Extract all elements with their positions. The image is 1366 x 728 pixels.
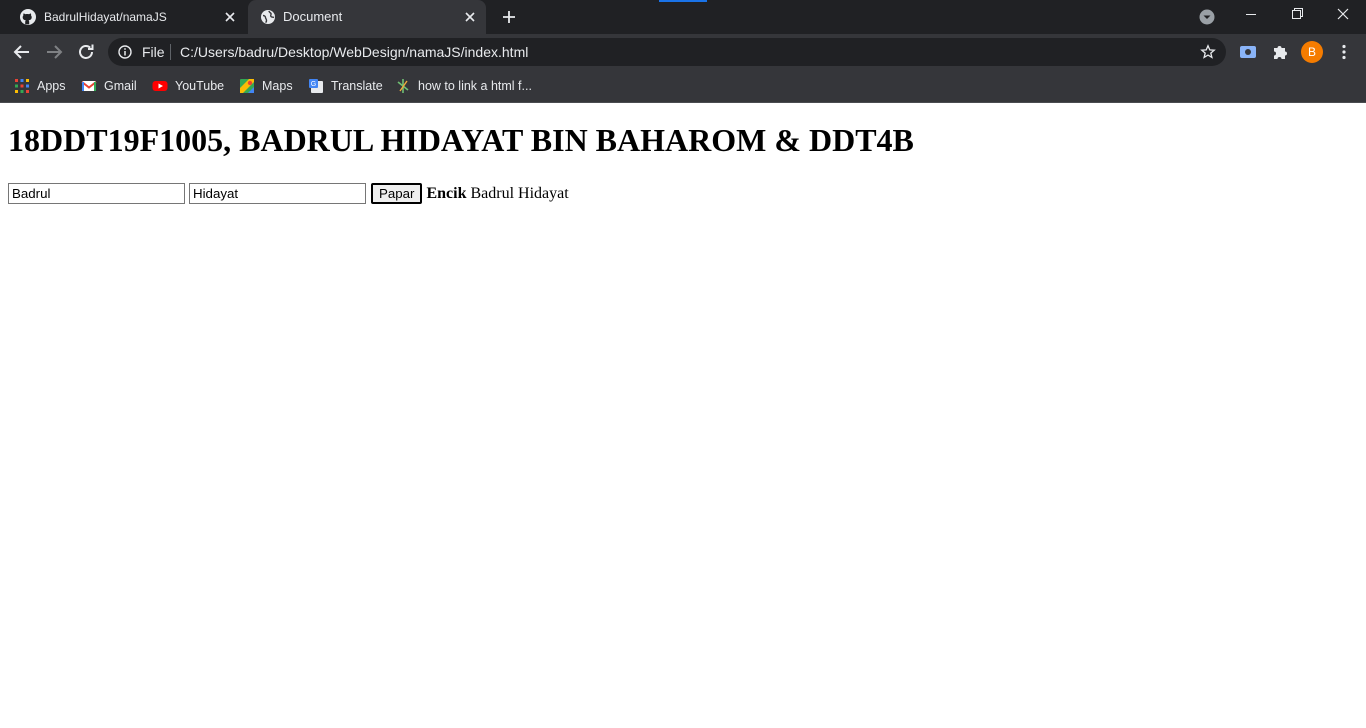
bookmark-label: Maps (262, 79, 293, 93)
restore-icon[interactable] (1274, 0, 1320, 30)
tab-github[interactable]: BadrulHidayat/namaJS (8, 0, 246, 34)
close-tab-icon[interactable] (462, 9, 478, 25)
youtube-icon (152, 81, 168, 91)
tab-title: BadrulHidayat/namaJS (44, 10, 167, 24)
translate-icon: G (309, 79, 323, 93)
bookmark-apps[interactable]: Apps (14, 75, 66, 97)
omnibox-divider (170, 44, 171, 60)
more-menu-icon[interactable] (1335, 43, 1353, 61)
address-bar[interactable]: File C:/Users/badru/Desktop/WebDesign/na… (108, 38, 1226, 66)
profile-avatar[interactable]: B (1301, 41, 1323, 63)
tab-document[interactable]: Document (248, 0, 486, 34)
bookmark-label: how to link a html f... (418, 79, 532, 93)
bookmark-label: YouTube (175, 79, 225, 93)
globe-icon (261, 10, 275, 24)
bookmark-youtube[interactable]: YouTube (152, 75, 224, 97)
show-button[interactable]: Papar (371, 183, 423, 204)
tab-search-icon[interactable] (1198, 8, 1216, 26)
output-name: Badrul Hidayat (470, 184, 569, 202)
last-name-input[interactable] (189, 183, 366, 204)
tab-strip-accent (659, 0, 707, 2)
browser-toolbar: File C:/Users/badru/Desktop/WebDesign/na… (0, 34, 1366, 70)
reload-icon[interactable] (75, 41, 97, 63)
bookmarks-bar: Apps Gmail YouTube Maps G Translate how … (0, 70, 1366, 103)
url-text[interactable]: C:/Users/badru/Desktop/WebDesign/namaJS/… (180, 44, 528, 60)
screencast-extension-icon[interactable] (1239, 43, 1257, 61)
page-heading: 18DDT19F1005, BADRUL HIDAYAT BIN BAHAROM… (8, 122, 914, 158)
bookmark-translate[interactable]: G Translate (308, 75, 383, 97)
bookmark-star-icon[interactable] (1200, 44, 1216, 60)
tab-title: Document (283, 9, 343, 24)
new-tab-icon[interactable] (499, 7, 519, 27)
scheme-label: File (142, 44, 165, 60)
bookmark-html-link[interactable]: how to link a html f... (395, 75, 532, 97)
forward-icon[interactable] (43, 41, 65, 63)
page-content: 18DDT19F1005, BADRUL HIDAYAT BIN BAHAROM… (0, 103, 1366, 728)
info-icon[interactable] (118, 45, 132, 59)
bookmark-label: Translate (331, 79, 383, 93)
bookmark-maps[interactable]: Maps (239, 75, 293, 97)
tab-strip: BadrulHidayat/namaJS Document (0, 0, 1366, 34)
github-icon (20, 9, 36, 25)
close-window-icon[interactable] (1320, 0, 1366, 30)
bookmark-label: Apps (37, 79, 66, 93)
bookmark-favicon-icon (397, 79, 409, 93)
extensions-puzzle-icon[interactable] (1271, 43, 1289, 61)
name-form: Papar Encik Badrul Hidayat (8, 183, 569, 204)
output-prefix: Encik (426, 184, 467, 202)
bookmark-label: Gmail (104, 79, 137, 93)
maps-icon (240, 79, 254, 93)
first-name-input[interactable] (8, 183, 185, 204)
minimize-icon[interactable] (1228, 0, 1274, 30)
bookmark-gmail[interactable]: Gmail (81, 75, 137, 97)
svg-text:G: G (311, 81, 316, 88)
apps-grid-icon (15, 79, 29, 93)
gmail-icon (81, 81, 97, 91)
close-tab-icon[interactable] (222, 9, 238, 25)
back-icon[interactable] (11, 41, 33, 63)
